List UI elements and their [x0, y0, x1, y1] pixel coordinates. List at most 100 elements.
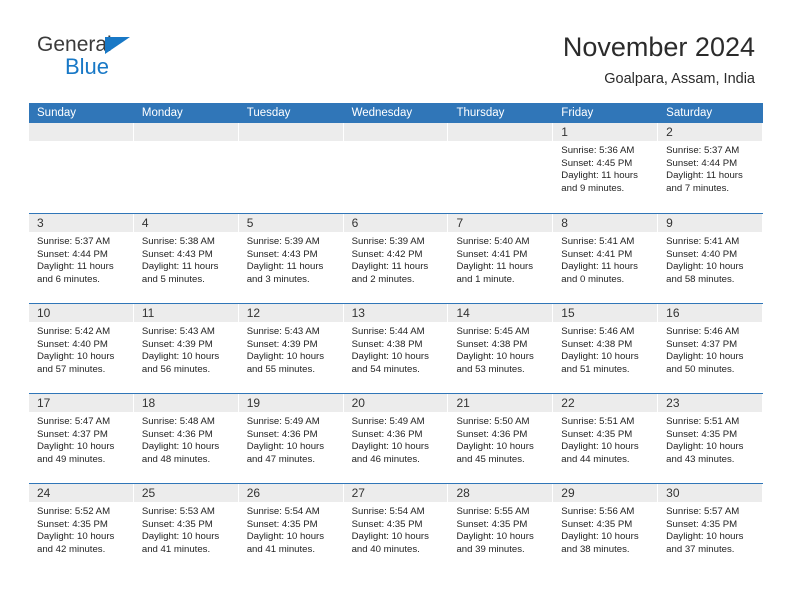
date-number: 24 — [37, 486, 51, 500]
calendar-grid: Sunday Monday Tuesday Wednesday Thursday Frid… — [29, 103, 764, 573]
date-band: 20 — [343, 394, 448, 412]
date-number: 8 — [561, 216, 568, 230]
date-band — [343, 123, 448, 141]
day-detail-line: Sunrise: 5:47 AM — [37, 416, 111, 427]
day-detail-line: Sunset: 4:36 PM — [456, 428, 528, 440]
date-number: 27 — [351, 486, 365, 500]
date-number: 14 — [456, 306, 470, 320]
date-band: 6 — [343, 214, 448, 232]
calendar-day-cell[interactable]: 24 Sunrise: 5:52 AM Sunset: 4:35 PM Dayligh… — [29, 484, 134, 573]
calendar-day-cell[interactable]: 20 Sunrise: 5:49 AM Sunset: 4:36 PM Dayligh… — [343, 394, 449, 483]
day-detail-line: Sunset: 4:38 PM — [561, 338, 633, 350]
calendar-day-cell[interactable]: 17 Sunrise: 5:47 AM Sunset: 4:37 PM Dayligh… — [29, 394, 134, 483]
day-detail-line: Daylight: 10 hours — [37, 531, 115, 543]
day-detail-line: Sunrise: 5:48 AM — [141, 416, 215, 427]
day-detail-line: and 2 minutes. — [351, 273, 415, 285]
calendar-day-cell[interactable]: 18 Sunrise: 5:48 AM Sunset: 4:36 PM Dayligh… — [133, 394, 239, 483]
day-details — [134, 141, 239, 145]
calendar-day-cell[interactable]: 8 Sunrise: 5:41 AM Sunset: 4:41 PM Daylight… — [553, 214, 659, 303]
day-detail-line: Sunrise: 5:38 AM — [141, 236, 215, 247]
day-detail-line: Sunset: 4:35 PM — [456, 518, 528, 530]
day-detail-line: and 40 minutes. — [351, 543, 420, 555]
date-band — [133, 123, 238, 141]
calendar-day-cell[interactable]: 29 Sunrise: 5:56 AM Sunset: 4:35 PM Dayligh… — [553, 484, 659, 573]
calendar-day-cell[interactable]: 27 Sunrise: 5:54 AM Sunset: 4:35 PM Dayligh… — [343, 484, 449, 573]
date-band: 18 — [133, 394, 238, 412]
day-details: Sunrise: 5:43 AM Sunset: 4:39 PM Daylight:… — [134, 322, 239, 376]
day-detail-line: Sunrise: 5:52 AM — [37, 506, 111, 517]
calendar-day-cell[interactable]: 4 Sunrise: 5:38 AM Sunset: 4:43 PM Daylight… — [133, 214, 239, 303]
calendar-day-cell[interactable]: 19 Sunrise: 5:49 AM Sunset: 4:36 PM Dayligh… — [238, 394, 344, 483]
day-detail-line: Daylight: 10 hours — [246, 531, 325, 543]
calendar-day-cell[interactable]: 22 Sunrise: 5:51 AM Sunset: 4:35 PM Dayligh… — [553, 394, 659, 483]
date-number: 26 — [246, 486, 261, 500]
calendar-day-cell[interactable]: 7 Sunrise: 5:40 AM Sunset: 4:41 PM Daylight… — [448, 214, 554, 303]
day-detail-line: Daylight: 10 hours — [351, 441, 429, 453]
calendar-day-cell[interactable]: 1 Sunrise: 5:36 AM Sunset: 4:45 PM Daylight… — [553, 123, 659, 213]
day-detail-line: Sunrise: 5:43 AM — [141, 326, 215, 337]
calendar-day-cell[interactable]: 5 Sunrise: 5:39 AM Sunset: 4:43 PM Daylight… — [238, 214, 344, 303]
day-detail-line: Daylight: 11 hours — [37, 261, 114, 273]
day-details: Sunrise: 5:49 AM Sunset: 4:36 PM Daylight:… — [344, 412, 449, 466]
date-number: 30 — [666, 486, 680, 500]
calendar-day-cell[interactable]: 15 Sunrise: 5:46 AM Sunset: 4:38 PM Dayligh… — [553, 304, 659, 393]
day-details: Sunrise: 5:55 AM Sunset: 4:35 PM Daylight:… — [448, 502, 553, 556]
calendar-day-cell[interactable]: 12 Sunrise: 5:43 AM Sunset: 4:39 PM Dayligh… — [238, 304, 344, 393]
calendar-day-cell[interactable]: 26 Sunrise: 5:54 AM Sunset: 4:35 PM Dayligh… — [238, 484, 344, 573]
day-detail-line: and 41 minutes. — [141, 543, 211, 555]
day-detail-line: Daylight: 10 hours — [37, 441, 115, 453]
day-detail-line: Sunset: 4:44 PM — [666, 157, 738, 169]
day-detail-line: and 1 minute. — [456, 273, 515, 285]
date-band: 29 — [553, 484, 658, 502]
date-number: 17 — [37, 396, 51, 410]
day-detail-line: Sunset: 4:38 PM — [351, 338, 423, 350]
calendar-day-cell[interactable]: 30 Sunrise: 5:57 AM Sunset: 4:35 PM Dayligh… — [658, 484, 764, 573]
day-details: Sunrise: 5:57 AM Sunset: 4:35 PM Daylight:… — [658, 502, 763, 556]
day-details: Sunrise: 5:37 AM Sunset: 4:44 PM Daylight:… — [29, 232, 134, 286]
calendar-day-cell[interactable]: 3 Sunrise: 5:37 AM Sunset: 4:44 PM Daylight… — [29, 214, 134, 303]
day-details: Sunrise: 5:39 AM Sunset: 4:43 PM Daylight:… — [239, 232, 344, 286]
date-band: 5 — [238, 214, 343, 232]
day-detail-line: Sunset: 4:43 PM — [141, 248, 213, 260]
day-detail-line: Daylight: 10 hours — [456, 441, 534, 453]
calendar-weeks: 1 Sunrise: 5:36 AM Sunset: 4:45 PM Daylight… — [29, 123, 764, 573]
calendar-day-cell[interactable]: 11 Sunrise: 5:43 AM Sunset: 4:39 PM Dayligh… — [133, 304, 239, 393]
day-details: Sunrise: 5:41 AM Sunset: 4:40 PM Daylight:… — [658, 232, 763, 286]
day-details: Sunrise: 5:39 AM Sunset: 4:42 PM Daylight:… — [344, 232, 449, 286]
calendar-day-cell[interactable]: 23 Sunrise: 5:51 AM Sunset: 4:35 PM Dayligh… — [658, 394, 764, 483]
day-detail-line: Sunset: 4:35 PM — [561, 428, 633, 440]
date-band: 1 — [553, 123, 658, 141]
day-details — [448, 141, 553, 145]
calendar-day-cell[interactable]: 10 Sunrise: 5:42 AM Sunset: 4:40 PM Dayligh… — [29, 304, 134, 393]
calendar-day-cell[interactable]: 2 Sunrise: 5:37 AM Sunset: 4:44 PM Daylight… — [658, 123, 764, 213]
calendar-day-cell[interactable]: 21 Sunrise: 5:50 AM Sunset: 4:36 PM Dayligh… — [448, 394, 554, 483]
logo-text-blue: Blue — [65, 54, 110, 79]
calendar-day-cell[interactable]: 25 Sunrise: 5:53 AM Sunset: 4:35 PM Dayligh… — [133, 484, 239, 573]
date-number: 25 — [141, 486, 156, 500]
day-details: Sunrise: 5:41 AM Sunset: 4:41 PM Daylight:… — [553, 232, 658, 286]
day-detail-line: Sunrise: 5:49 AM — [351, 416, 425, 427]
date-number: 28 — [456, 486, 470, 500]
day-detail-line: Daylight: 10 hours — [246, 351, 325, 363]
calendar-day-cell[interactable]: 6 Sunrise: 5:39 AM Sunset: 4:42 PM Daylight… — [343, 214, 449, 303]
calendar-day-cell[interactable]: 28 Sunrise: 5:55 AM Sunset: 4:35 PM Dayligh… — [448, 484, 554, 573]
date-number: 10 — [37, 306, 51, 320]
day-details — [344, 141, 449, 145]
day-detail-line: Sunset: 4:35 PM — [666, 518, 738, 530]
generalblue-logo[interactable]: General Blue — [37, 33, 237, 83]
day-detail-line: Sunrise: 5:53 AM — [141, 506, 215, 517]
day-detail-line: and 49 minutes. — [37, 453, 106, 465]
calendar-day-cell[interactable]: 16 Sunrise: 5:46 AM Sunset: 4:37 PM Dayligh… — [658, 304, 764, 393]
day-detail-line: and 54 minutes. — [351, 363, 420, 375]
date-band: 8 — [553, 214, 658, 232]
date-number: 12 — [246, 306, 261, 320]
calendar-day-cell[interactable]: 14 Sunrise: 5:45 AM Sunset: 4:38 PM Dayligh… — [448, 304, 554, 393]
logo-triangle-icon — [105, 37, 130, 54]
calendar-day-cell[interactable]: 9 Sunrise: 5:41 AM Sunset: 4:40 PM Daylight… — [658, 214, 764, 303]
day-details — [29, 141, 134, 145]
day-details: Sunrise: 5:42 AM Sunset: 4:40 PM Daylight:… — [29, 322, 134, 376]
day-detail-line: and 55 minutes. — [246, 363, 315, 375]
calendar-day-cell[interactable]: 13 Sunrise: 5:44 AM Sunset: 4:38 PM Dayligh… — [343, 304, 449, 393]
day-detail-line: Sunset: 4:39 PM — [141, 338, 213, 350]
date-band: 3 — [29, 214, 133, 232]
